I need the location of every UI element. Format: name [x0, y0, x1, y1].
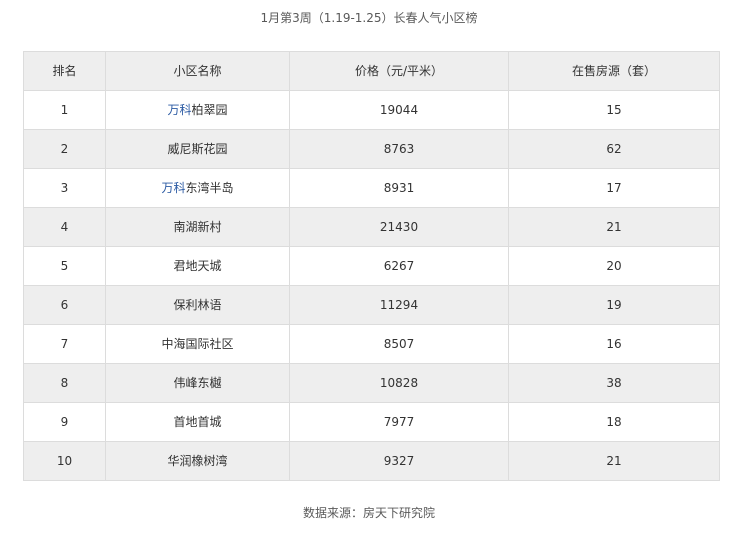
data-source-note: 数据来源：房天下研究院: [302, 506, 435, 520]
cell-supply: 38: [508, 363, 720, 403]
cell-price: 11294: [289, 285, 509, 325]
community-name-text: 柏翠园: [191, 103, 228, 117]
cell-price: 19044: [289, 90, 509, 130]
cell-community-name: 首地首城: [105, 402, 290, 442]
table-header-row: 排名 小区名称 价格（元/平米） 在售房源（套）: [23, 51, 720, 91]
community-name-text: 东湾半岛: [185, 181, 234, 195]
cell-community-name: 威尼斯花园: [105, 129, 290, 169]
table-row: 5 君地天城 6267 20: [23, 246, 720, 286]
cell-community-name: 万科东湾半岛: [105, 168, 290, 208]
cell-supply: 20: [508, 246, 720, 286]
cell-price: 8931: [289, 168, 509, 208]
cell-community-name: 南湖新村: [105, 207, 290, 247]
cell-supply: 18: [508, 402, 720, 442]
cell-price: 7977: [289, 402, 509, 442]
cell-rank: 10: [23, 441, 106, 481]
cell-rank: 6: [23, 285, 106, 325]
cell-community-name: 华润橡树湾: [105, 441, 290, 481]
table-row: 6 保利林语 11294 19: [23, 285, 720, 325]
cell-rank: 2: [23, 129, 106, 169]
cell-rank: 4: [23, 207, 106, 247]
cell-rank: 3: [23, 168, 106, 208]
cell-rank: 7: [23, 324, 106, 364]
cell-price: 9327: [289, 441, 509, 481]
cell-community-name: 君地天城: [105, 246, 290, 286]
cell-supply: 17: [508, 168, 720, 208]
cell-supply: 15: [508, 90, 720, 130]
cell-price: 6267: [289, 246, 509, 286]
cell-supply: 19: [508, 285, 720, 325]
header-price: 价格（元/平米）: [289, 51, 509, 91]
cell-supply: 21: [508, 441, 720, 481]
header-rank: 排名: [23, 51, 106, 91]
table-row: 8 伟峰东樾 10828 38: [23, 363, 720, 403]
cell-community-name: 中海国际社区: [105, 324, 290, 364]
cell-community-name: 万科柏翠园: [105, 90, 290, 130]
header-community-name: 小区名称: [105, 51, 290, 91]
table-row: 3 万科东湾半岛 8931 17: [23, 168, 720, 208]
table-row: 10 华润橡树湾 9327 21: [23, 441, 720, 481]
cell-rank: 8: [23, 363, 106, 403]
cell-rank: 9: [23, 402, 106, 442]
header-supply: 在售房源（套）: [508, 51, 720, 91]
brand-link[interactable]: 万科: [161, 181, 185, 195]
cell-rank: 5: [23, 246, 106, 286]
cell-community-name: 伟峰东樾: [105, 363, 290, 403]
table-row: 4 南湖新村 21430 21: [23, 207, 720, 247]
cell-price: 8763: [289, 129, 509, 169]
cell-supply: 21: [508, 207, 720, 247]
table-row: 9 首地首城 7977 18: [23, 402, 720, 442]
cell-price: 10828: [289, 363, 509, 403]
table-row: 7 中海国际社区 8507 16: [23, 324, 720, 364]
table-row: 1 万科柏翠园 19044 15: [23, 90, 720, 130]
cell-supply: 16: [508, 324, 720, 364]
cell-price: 21430: [289, 207, 509, 247]
table-row: 2 威尼斯花园 8763 62: [23, 129, 720, 169]
table-caption: 1月第3周（1.19-1.25）长春人气小区榜: [260, 11, 478, 25]
cell-price: 8507: [289, 324, 509, 364]
brand-link[interactable]: 万科: [167, 103, 191, 117]
cell-rank: 1: [23, 90, 106, 130]
cell-supply: 62: [508, 129, 720, 169]
popular-community-table: 排名 小区名称 价格（元/平米） 在售房源（套） 1 万科柏翠园 19044 1…: [23, 51, 720, 481]
cell-community-name: 保利林语: [105, 285, 290, 325]
